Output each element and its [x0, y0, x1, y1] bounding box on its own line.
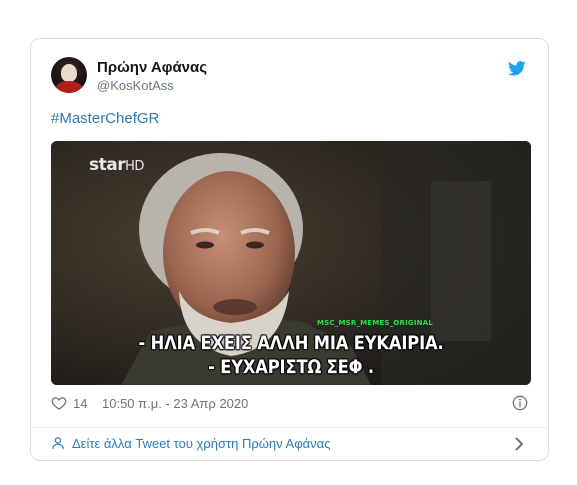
chevron-right-icon[interactable]: [514, 437, 524, 451]
tweet-media-image[interactable]: starHD MSC_MSR_MEMES_ORIGINAL - ΗΛΙΑ ΕΧΕ…: [51, 141, 531, 385]
tweet-timestamp[interactable]: 10:50 π.μ. - 23 Απρ 2020: [102, 396, 248, 411]
channel-logo-suffix: HD: [125, 159, 144, 174]
channel-logo: starHD: [89, 155, 144, 175]
heart-icon[interactable]: [51, 395, 67, 411]
meme-watermark: MSC_MSR_MEMES_ORIGINAL: [317, 319, 434, 327]
more-tweets-label: Δείτε άλλα Tweet του χρήστη Πρώην Αφάνας: [72, 436, 331, 451]
hashtag-link[interactable]: #MasterChefGR: [51, 110, 159, 127]
subtitle-line-1: - ΗΛΙΑ ΕΧΕΙΣ ΑΛΛΗ ΜΙΑ ΕΥΚΑΙΡΙΑ.: [138, 332, 444, 354]
avatar-suit-graphic: [55, 81, 83, 93]
user-icon: [52, 437, 64, 449]
author-handle[interactable]: @KosKotAss: [97, 78, 174, 93]
avatar-mask-graphic: [61, 64, 77, 82]
like-count[interactable]: 14: [73, 396, 87, 411]
author-name[interactable]: Πρώην Αφάνας: [97, 59, 207, 76]
info-icon[interactable]: [512, 395, 528, 411]
subtitle-line-2: - ΕΥΧΑΡΙΣΤΩ ΣΕΦ .: [208, 356, 374, 378]
tweet-card: Πρώην Αφάνας @KosKotAss #MasterChefGR st…: [30, 38, 549, 461]
twitter-bird-icon[interactable]: [508, 61, 526, 76]
channel-logo-text: star: [89, 155, 126, 175]
avatar[interactable]: [51, 57, 87, 93]
divider: [31, 427, 548, 428]
